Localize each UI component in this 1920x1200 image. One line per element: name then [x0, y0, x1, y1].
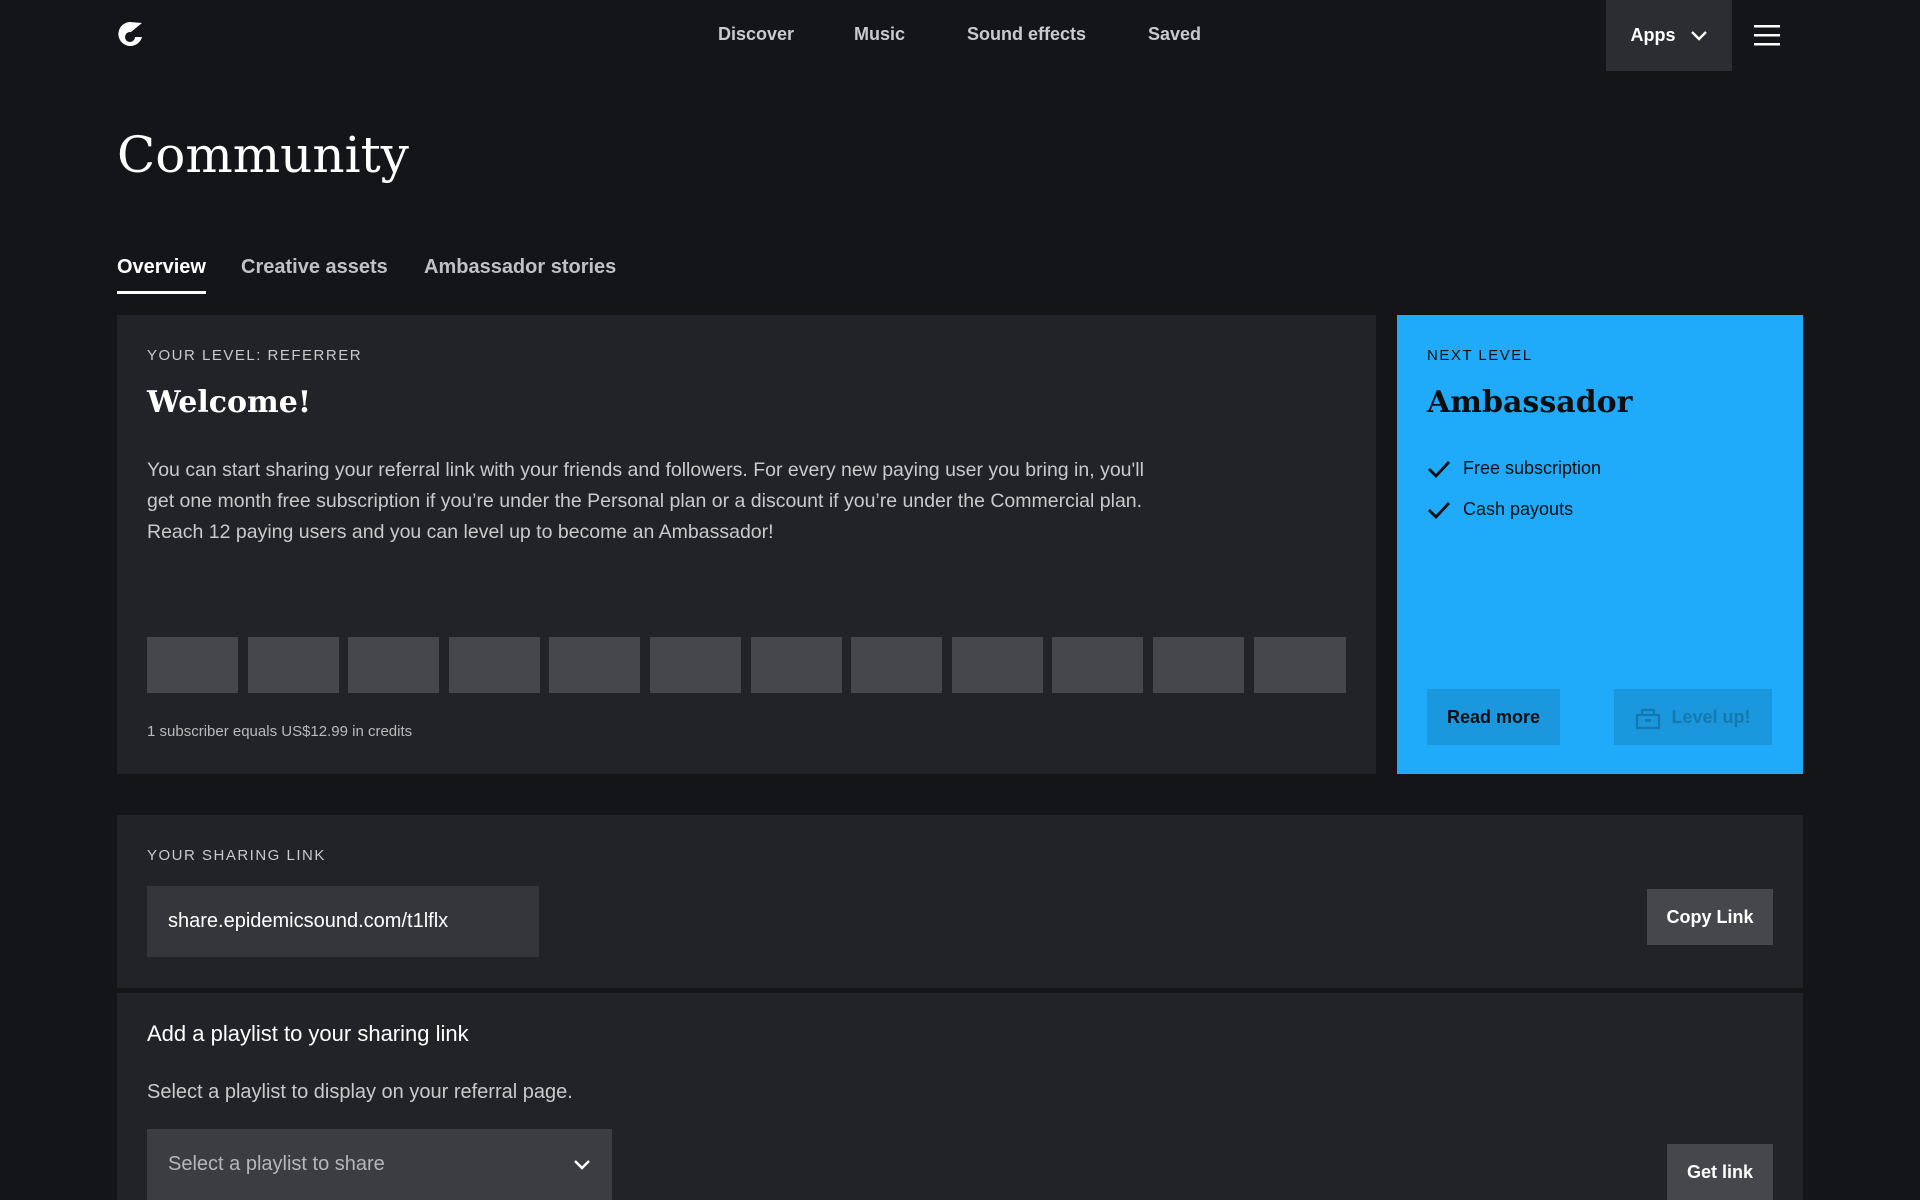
progress-step	[248, 637, 339, 693]
next-level-eyebrow: NEXT LEVEL	[1427, 347, 1533, 364]
level-eyebrow: YOUR LEVEL: REFERRER	[147, 347, 363, 364]
playlist-select-dropdown[interactable]: Select a playlist to share	[147, 1129, 612, 1200]
level-up-label: Level up!	[1671, 706, 1751, 727]
progress-step	[1254, 637, 1346, 693]
perk-item: Cash payouts	[1427, 499, 1573, 520]
referral-description: You can start sharing your referral link…	[147, 459, 1144, 543]
read-more-button[interactable]: Read more	[1427, 689, 1560, 745]
progress-step	[147, 637, 238, 693]
progress-step	[1153, 637, 1244, 693]
referral-progress	[147, 637, 1346, 693]
tab-creative-assets[interactable]: Creative assets	[241, 256, 388, 291]
next-level-heading: Ambassador	[1427, 385, 1633, 420]
top-navigation-bar: Discover Music Sound effects Saved Apps	[0, 0, 1920, 71]
apps-label: Apps	[1630, 25, 1676, 45]
checkmark-icon	[1428, 501, 1451, 519]
progress-step	[1052, 637, 1143, 693]
sharing-link-card: YOUR SHARING LINK share.epidemicsound.co…	[117, 815, 1803, 988]
progress-step	[751, 637, 842, 693]
chevron-down-icon	[1690, 30, 1707, 41]
tab-overview[interactable]: Overview	[117, 256, 206, 294]
chevron-down-icon	[574, 1159, 590, 1170]
perk-label: Cash payouts	[1463, 499, 1574, 519]
next-level-card: NEXT LEVEL Ambassador Free subscription …	[1397, 315, 1803, 774]
nav-sound-effects[interactable]: Sound effects	[967, 24, 1086, 45]
sharing-link-field[interactable]: share.epidemicsound.com/t1lflx	[147, 886, 539, 957]
apps-dropdown-button[interactable]: Apps	[1606, 0, 1732, 71]
progress-step	[952, 637, 1043, 693]
lock-icon	[1636, 708, 1661, 730]
credit-footnote: 1 subscriber equals US$12.99 in credits	[147, 723, 413, 740]
playlist-select-placeholder: Select a playlist to share	[168, 1153, 385, 1175]
playlist-section-title: Add a playlist to your sharing link	[147, 1021, 469, 1046]
perk-label: Free subscription	[1463, 458, 1602, 478]
progress-step	[549, 637, 640, 693]
welcome-heading: Welcome!	[147, 385, 312, 420]
level-up-button[interactable]: Level up!	[1614, 689, 1772, 745]
hamburger-menu-icon[interactable]	[1754, 22, 1780, 48]
tab-ambassador-stories[interactable]: Ambassador stories	[424, 256, 616, 291]
progress-step	[650, 637, 741, 693]
nav-music[interactable]: Music	[854, 24, 905, 45]
add-playlist-card: Add a playlist to your sharing link Sele…	[117, 993, 1803, 1200]
progress-step	[348, 637, 439, 693]
page-title: Community	[117, 126, 409, 184]
current-level-card: YOUR LEVEL: REFERRER Welcome! You can st…	[117, 315, 1376, 774]
perk-item: Free subscription	[1427, 458, 1601, 479]
get-link-button[interactable]: Get link	[1667, 1144, 1773, 1200]
nav-discover[interactable]: Discover	[718, 24, 794, 45]
progress-step	[449, 637, 540, 693]
nav-saved[interactable]: Saved	[1148, 24, 1201, 45]
checkmark-icon	[1428, 460, 1451, 478]
playlist-section-description: Select a playlist to display on your ref…	[147, 1081, 573, 1103]
sharing-link-eyebrow: YOUR SHARING LINK	[147, 847, 326, 864]
copy-link-button[interactable]: Copy Link	[1647, 889, 1773, 945]
progress-step	[851, 637, 942, 693]
